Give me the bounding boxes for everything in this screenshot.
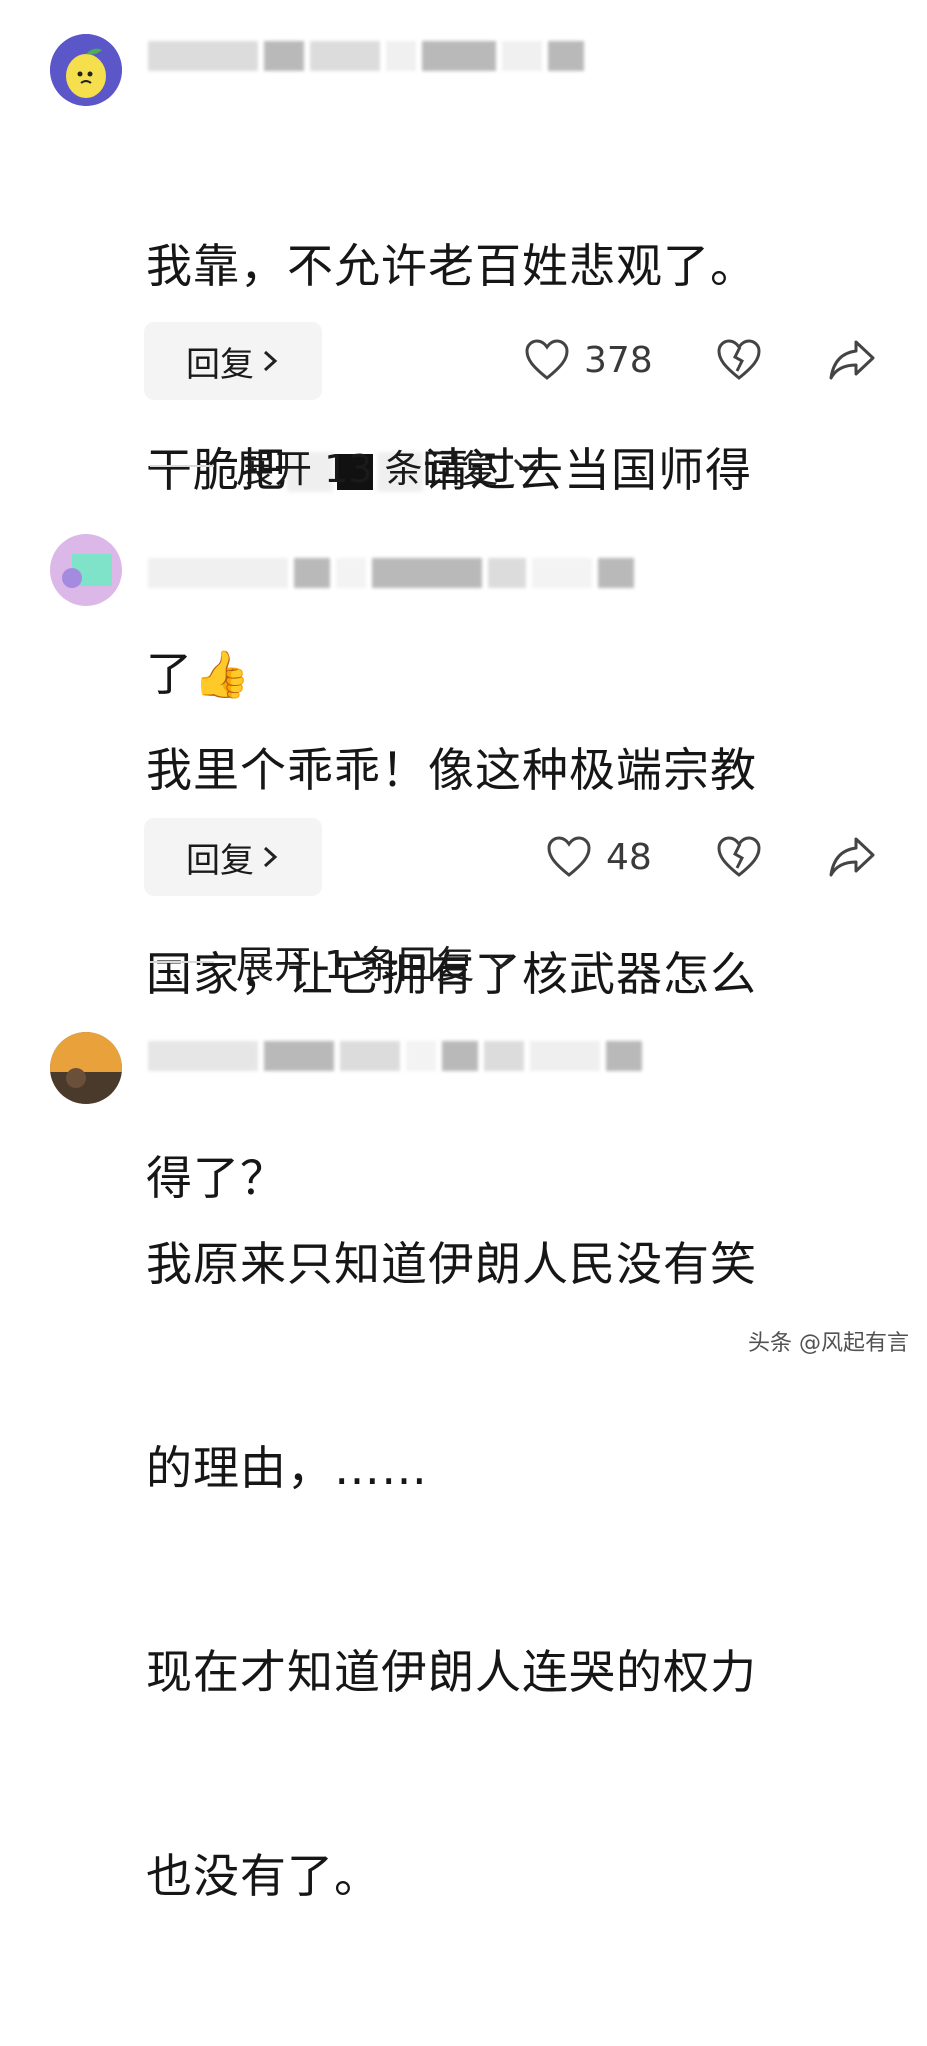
like-count: 378 [584, 339, 653, 381]
like-button[interactable]: 378 [524, 338, 653, 382]
dislike-button[interactable] [716, 835, 762, 879]
avatar[interactable] [50, 534, 122, 606]
dislike-button[interactable] [716, 338, 762, 382]
avatar-image [50, 534, 122, 606]
expand-replies-button[interactable]: 展开 13 条回复 [150, 438, 541, 493]
watermark: 头条 @风起有言 [748, 1331, 909, 1356]
divider [150, 960, 214, 963]
comment-text: 我原来只知道伊朗人民没有笑 的理由，…… 现在才知道伊朗人连哭的权力 也没有了。 [146, 1237, 757, 1903]
expand-label: 展开 1 条回复 [236, 943, 475, 987]
reply-label: 回复 [186, 344, 254, 385]
share-icon [828, 338, 876, 382]
expand-replies-button[interactable]: 展开 1 条回复 [150, 934, 516, 989]
share-icon [828, 835, 876, 879]
reply-button[interactable]: 回复 [144, 322, 322, 400]
username-blurred [148, 553, 668, 593]
share-button[interactable] [828, 835, 876, 879]
expand-label: 展开 13 条回复 [236, 447, 499, 491]
avatar[interactable] [50, 34, 122, 106]
avatar[interactable] [50, 1032, 122, 1104]
avatar-image [50, 1032, 122, 1104]
chevron-down-icon [511, 456, 541, 476]
chevron-down-icon [486, 952, 516, 972]
chevron-right-icon [260, 844, 280, 870]
chevron-right-icon [260, 348, 280, 374]
share-button[interactable] [828, 338, 876, 382]
heart-icon [524, 338, 570, 382]
like-count: 48 [606, 836, 652, 878]
username-blurred [148, 36, 668, 76]
divider [150, 464, 214, 467]
like-button[interactable]: 48 [546, 835, 652, 879]
username-blurred [148, 1036, 668, 1076]
dislike-icon [716, 835, 762, 879]
heart-icon [546, 835, 592, 879]
reply-button[interactable]: 回复 [144, 818, 322, 896]
dislike-icon [716, 338, 762, 382]
lemon-avatar-icon [50, 34, 122, 106]
reply-label: 回复 [186, 840, 254, 881]
